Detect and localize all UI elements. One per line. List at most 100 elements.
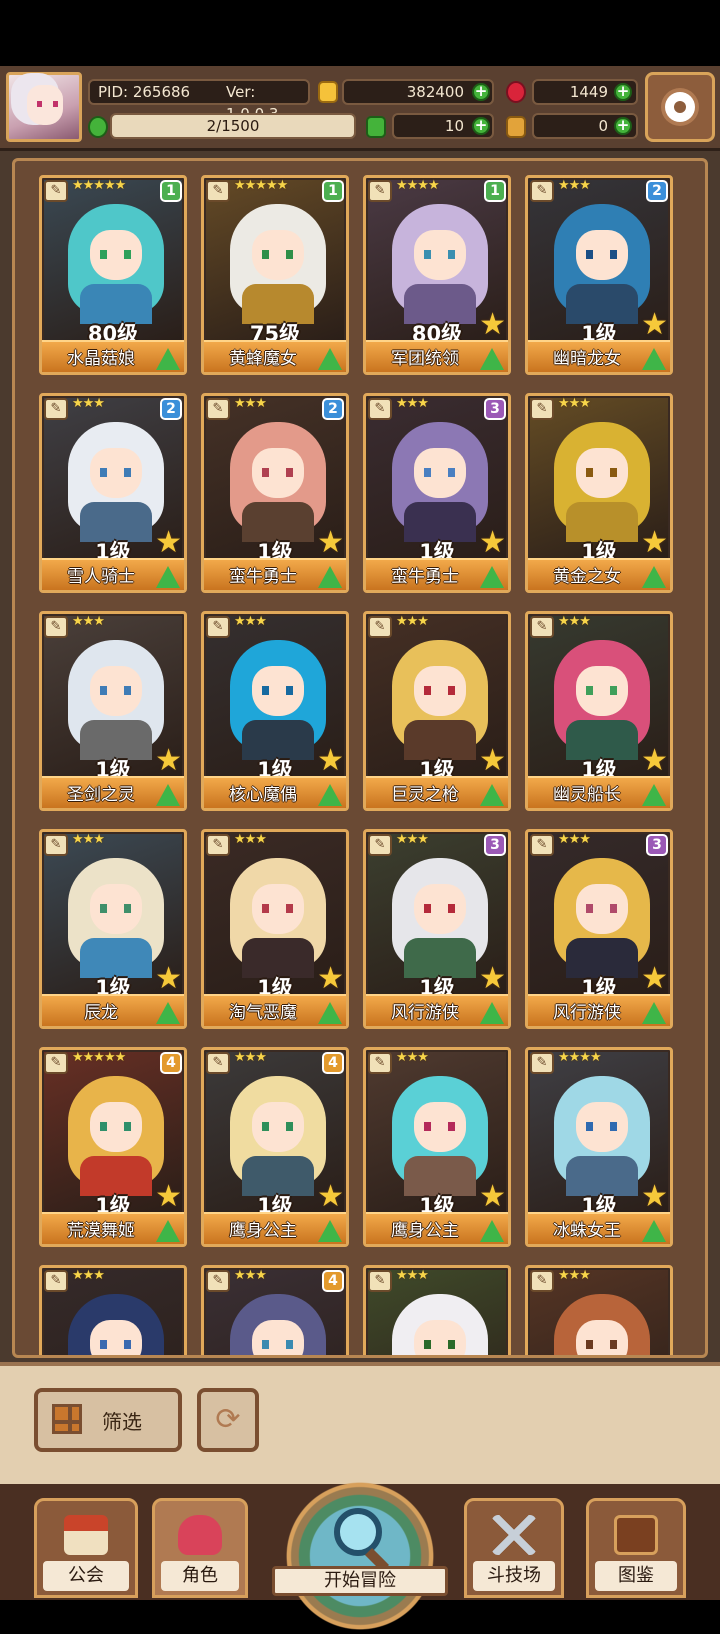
character-card[interactable]: ✎ ★★★ <box>363 1265 511 1355</box>
nav-arena[interactable]: 斗技场 <box>464 1498 564 1598</box>
character-card[interactable]: ✎ ★★★★★ 4 1级 荒漠舞姬 ★ <box>39 1047 187 1247</box>
level-up-arrow-icon <box>156 566 180 588</box>
star-upgrade-icon: ★ <box>641 743 668 778</box>
rank-badge: 4 <box>322 1270 344 1292</box>
add-gold-button[interactable]: + <box>472 83 490 101</box>
class-type-icon: ✎ <box>206 834 230 856</box>
add-feather-button[interactable]: + <box>614 117 632 135</box>
level-up-arrow-icon <box>642 566 666 588</box>
character-card[interactable]: ✎ ★★★ 1级 圣剑之灵 ★ <box>39 611 187 811</box>
character-card[interactable]: ✎ ★★★ <box>39 1265 187 1355</box>
add-gem-button[interactable]: + <box>614 83 632 101</box>
capacity-value: 2/1500 <box>206 117 260 135</box>
class-type-icon: ✎ <box>368 398 392 420</box>
portrait-face <box>576 230 628 280</box>
nav-codex[interactable]: 图鉴 <box>586 1498 686 1598</box>
star-upgrade-icon: ★ <box>317 961 344 996</box>
character-card[interactable]: ✎ ★★★★ 1 80级 军团统领 ★ <box>363 175 511 375</box>
character-card[interactable]: ✎ ★★★★★ 1 80级 水晶菇娘 <box>39 175 187 375</box>
level-up-arrow-icon <box>480 348 504 370</box>
refresh-icon: ⟳ <box>215 1402 241 1437</box>
rank-badge: 1 <box>484 180 506 202</box>
rarity-stars: ★★★ <box>234 1268 267 1283</box>
character-name: 风行游侠 <box>553 1003 621 1023</box>
character-card[interactable]: ✎ ★★★ 3 1级 风行游侠 ★ <box>363 829 511 1029</box>
rank-badge: 3 <box>484 834 506 856</box>
clover-amount: 10 <box>444 117 464 135</box>
class-type-icon: ✎ <box>368 1270 392 1292</box>
character-card[interactable]: ✎ ★★★ 3 1级 风行游侠 ★ <box>525 829 673 1029</box>
character-card[interactable]: ✎ ★★★ 1级 辰龙 ★ <box>39 829 187 1029</box>
character-name: 鹰身公主 <box>229 1221 297 1241</box>
character-card[interactable]: ✎ ★★★ 1级 淘气恶魔 ★ <box>201 829 349 1029</box>
rarity-stars: ★★★★ <box>396 178 440 193</box>
portrait-eye <box>586 686 593 695</box>
character-card[interactable]: ✎ ★★★ 2 1级 蛮牛勇士 ★ <box>201 393 349 593</box>
class-type-icon: ✎ <box>530 398 554 420</box>
character-card[interactable]: ✎ ★★★ 2 1级 幽暗龙女 ★ <box>525 175 673 375</box>
portrait-face <box>252 884 304 934</box>
player-avatar[interactable] <box>6 72 82 142</box>
character-name: 辰龙 <box>84 1003 118 1023</box>
nav-characters[interactable]: 角色 <box>152 1498 248 1598</box>
rarity-stars: ★★★ <box>396 614 429 629</box>
adventure-globe-icon <box>282 1478 438 1634</box>
character-name: 黄蜂魔女 <box>229 349 297 369</box>
rarity-stars: ★★★★★ <box>72 1050 126 1065</box>
class-type-icon: ✎ <box>206 1052 230 1074</box>
rarity-stars: ★★★ <box>558 1268 591 1283</box>
portrait-eye <box>100 904 107 913</box>
character-card[interactable]: ✎ ★★★ 4 <box>201 1265 349 1355</box>
portrait-eye <box>124 468 131 477</box>
level-up-arrow-icon <box>480 1002 504 1024</box>
refresh-button[interactable]: ⟳ <box>197 1388 259 1452</box>
character-name: 冰蛛女王 <box>553 1221 621 1241</box>
level-up-arrow-icon <box>480 1220 504 1242</box>
nav-guild[interactable]: 公会 <box>34 1498 138 1598</box>
level-up-arrow-icon <box>318 1002 342 1024</box>
character-card[interactable]: ✎ ★★★ 3 1级 蛮牛勇士 ★ <box>363 393 511 593</box>
portrait-eye <box>448 1340 455 1349</box>
character-card[interactable]: ✎ ★★★★★ 1 75级 黄蜂魔女 <box>201 175 349 375</box>
portrait-face <box>414 1320 466 1355</box>
start-adventure-button[interactable]: 开始冒险 <box>272 1478 448 1634</box>
character-card[interactable]: ✎ ★★★★ 1级 冰蛛女王 ★ <box>525 1047 673 1247</box>
star-upgrade-icon: ★ <box>155 743 182 778</box>
character-face-icon <box>178 1515 222 1555</box>
character-name: 水晶菇娘 <box>67 349 135 369</box>
status-bar <box>0 0 720 66</box>
character-name: 幽灵船长 <box>553 785 621 805</box>
character-card[interactable]: ✎ ★★★ 1级 核心魔偶 ★ <box>201 611 349 811</box>
filter-button[interactable]: 筛选 <box>34 1388 182 1452</box>
character-card[interactable]: ✎ ★★★ 1级 巨灵之枪 ★ <box>363 611 511 811</box>
portrait-eye <box>586 1340 593 1349</box>
portrait-eye <box>610 686 617 695</box>
portrait-face <box>90 884 142 934</box>
add-clover-button[interactable]: + <box>472 117 490 135</box>
star-upgrade-icon: ★ <box>317 525 344 560</box>
rarity-stars: ★★★ <box>72 1268 105 1283</box>
character-card[interactable]: ✎ ★★★ <box>525 1265 673 1355</box>
feather-amount: 0 <box>598 117 608 135</box>
class-type-icon: ✎ <box>368 834 392 856</box>
rarity-stars: ★★★ <box>72 396 105 411</box>
character-card[interactable]: ✎ ★★★ 1级 幽灵船长 ★ <box>525 611 673 811</box>
class-type-icon: ✎ <box>44 834 68 856</box>
portrait-eye <box>100 250 107 259</box>
class-type-icon: ✎ <box>206 180 230 202</box>
settings-button[interactable] <box>645 72 715 142</box>
character-card[interactable]: ✎ ★★★ 2 1级 雪人骑士 ★ <box>39 393 187 593</box>
nav-codex-label: 图鉴 <box>595 1561 677 1591</box>
portrait-eye <box>424 904 431 913</box>
capacity-icon <box>88 116 108 138</box>
portrait-eye <box>586 468 593 477</box>
portrait-face <box>90 448 142 498</box>
gear-icon <box>665 92 695 122</box>
portrait-eye <box>100 686 107 695</box>
rank-badge: 1 <box>322 180 344 202</box>
character-card[interactable]: ✎ ★★★ 1级 鹰身公主 ★ <box>363 1047 511 1247</box>
character-card[interactable]: ✎ ★★★ 4 1级 鹰身公主 ★ <box>201 1047 349 1247</box>
portrait-eye <box>448 686 455 695</box>
portrait-eye <box>586 250 593 259</box>
character-card[interactable]: ✎ ★★★ 1级 黄金之女 ★ <box>525 393 673 593</box>
